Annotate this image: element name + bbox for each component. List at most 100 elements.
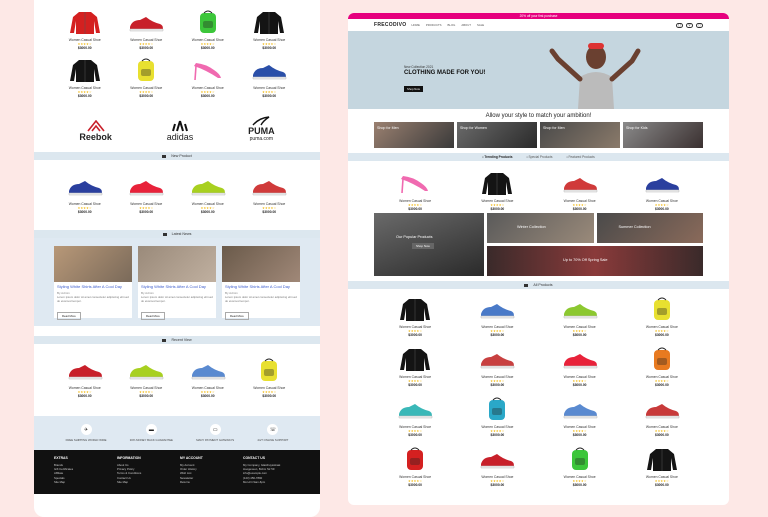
product-card[interactable]: Women Casual Shoe ★★★★☆ $3000.00 [621,345,703,387]
blog-card[interactable]: Styling White Shirts After A Cool Day By… [138,246,216,321]
lime-sneaker-icon[interactable] [560,295,600,323]
product-card[interactable]: Women Casual Shoe ★★★★☆ $3000.00 [116,56,178,98]
blue-sneaker-icon[interactable] [65,172,105,200]
multicolor-sneaker-icon[interactable] [477,345,517,373]
black-jacket-icon[interactable] [395,295,435,323]
pink-heels-icon[interactable] [395,169,435,197]
blog-title[interactable]: Styling White Shirts After A Cool Day [222,282,300,291]
tab-special[interactable]: ▪ Special Products [527,155,553,159]
product-card[interactable]: Women Casual Shoe ★★★★☆ $3000.00 [239,172,301,230]
tab-featured[interactable]: ▪ Featured Products [566,155,594,159]
adidas-logo[interactable]: adidas [167,120,193,142]
category-women[interactable]: Shop for Women [457,122,537,148]
footer-link[interactable]: Site Map [117,480,174,484]
category-men-2[interactable]: Shop for Men [540,122,620,148]
reebok-logo[interactable]: Reebok [79,120,112,142]
product-card[interactable]: Women Casual Shoe ★★★★☆ $3000.00 [621,445,703,487]
product-card[interactable]: Women Casual Shoe ★★★★☆ $3000.00 [177,8,239,50]
read-more-button[interactable]: Read More [225,312,249,321]
product-card[interactable]: Women Casual Shoe ★★★★☆ $3000.00 [456,169,538,213]
yellow-backpack-icon[interactable] [126,56,166,84]
product-card[interactable]: Women Casual Shoe ★★★★☆ $3000.00 [177,56,239,98]
pink-heels-icon[interactable] [188,56,228,84]
orange-backpack-icon[interactable] [642,345,682,373]
red-backpack-icon[interactable] [395,445,435,473]
nav-link[interactable]: PRODUCTS [426,23,442,27]
site-logo[interactable]: FRECODIVO [374,22,406,28]
multicolor-sneaker-icon[interactable] [560,169,600,197]
teal-sneaker-icon[interactable] [395,395,435,423]
product-card[interactable]: Women Casual Shoe ★★★★☆ $3000.00 [621,295,703,337]
search-icon[interactable]: ⚲ [686,22,693,28]
blue-sneaker-icon[interactable] [560,395,600,423]
blog-title[interactable]: Styling White Shirts After A Cool Day [138,282,216,291]
user-icon[interactable]: ◯ [676,22,683,28]
red-sneaker-icon[interactable] [126,172,166,200]
product-card[interactable]: Women Casual Shoe ★★★★☆ $3000.00 [374,169,456,213]
tab-trending[interactable]: ▪ Trending Products [482,155,512,159]
black-jacket-icon[interactable] [65,56,105,84]
summer-collection-banner[interactable]: Summer Collection [596,213,703,243]
footer-link[interactable]: Site Map [54,480,111,484]
red-jacket-icon[interactable] [65,8,105,36]
product-card[interactable]: Women Casual Shoe ★★★★☆ $3000.00 [456,295,538,337]
black-jacket-icon[interactable] [395,345,435,373]
nav-link[interactable]: BLOG [448,23,456,27]
product-card[interactable]: Women Casual Shoe ★★★★☆ $3000.00 [177,356,239,416]
blog-card[interactable]: Styling White Shirts After A Cool Day By… [222,246,300,321]
product-card[interactable]: Women Casual Shoe ★★★★☆ $3000.00 [539,445,621,487]
black-jacket-icon[interactable] [249,8,289,36]
blue-sneaker-icon[interactable] [477,295,517,323]
product-card[interactable]: Women Casual Shoe ★★★★☆ $3000.00 [539,295,621,337]
product-card[interactable]: Women Casual Shoe ★★★★☆ $3000.00 [456,345,538,387]
product-card[interactable]: Women Casual Shoe ★★★★☆ $3000.00 [539,169,621,213]
footer-link[interactable]: Returns [180,480,237,484]
green-backpack-icon[interactable] [560,445,600,473]
nav-link[interactable]: ABOUT [461,23,471,27]
cart-icon[interactable]: ▢ [696,22,703,28]
product-card[interactable]: Women Casual Shoe ★★★★☆ $3000.00 [54,172,116,230]
product-card[interactable]: Women Casual Shoe ★★★★☆ $3000.00 [116,172,178,230]
blue-sneaker-icon[interactable] [642,169,682,197]
green-backpack-icon[interactable] [188,8,228,36]
nav-link[interactable]: SALE [477,23,484,27]
popular-products-banner[interactable]: Our Popular Products Shop Now [374,213,484,276]
teal-backpack-icon[interactable] [477,395,517,423]
puma-logo[interactable]: PUMA puma.com [248,116,275,142]
product-card[interactable]: Women Casual Shoe ★★★★☆ $3000.00 [539,345,621,387]
read-more-button[interactable]: Read More [141,312,165,321]
blog-title[interactable]: Styling White Shirts After A Cool Day [54,282,132,291]
category-kids[interactable]: Shop for Kids [623,122,703,148]
product-card[interactable]: Women Casual Shoe ★★★★☆ $3000.00 [54,8,116,50]
product-card[interactable]: Women Casual Shoe ★★★★☆ $3000.00 [239,356,301,416]
promo-shop-button[interactable]: Shop Now [412,243,434,249]
product-card[interactable]: Women Casual Shoe ★★★★☆ $3000.00 [374,295,456,337]
product-card[interactable]: Women Casual Shoe ★★★★☆ $3000.00 [116,356,178,416]
product-card[interactable]: Women Casual Shoe ★★★★☆ $3000.00 [374,445,456,487]
blog-card[interactable]: Styling White Shirts After A Cool Day By… [54,246,132,321]
nav-link[interactable]: HOME [411,23,419,27]
winter-collection-banner[interactable]: Winter Collection [487,213,594,243]
product-card[interactable]: Women Casual Shoe ★★★★☆ $3000.00 [456,445,538,487]
product-card[interactable]: Women Casual Shoe ★★★★☆ $3000.00 [239,8,301,50]
product-card[interactable]: Women Casual Shoe ★★★★☆ $3000.00 [621,169,703,213]
category-men[interactable]: Shop for Men [374,122,454,148]
spring-sale-banner[interactable]: Up to 70% Off Spring Sale [487,246,703,276]
yellow-backpack-icon[interactable] [249,356,289,384]
product-card[interactable]: Women Casual Shoe ★★★★☆ $3000.00 [54,356,116,416]
red-sneaker-icon[interactable] [65,356,105,384]
product-card[interactable]: Women Casual Shoe ★★★★☆ $3000.00 [177,172,239,230]
black-jacket-icon[interactable] [642,445,682,473]
lime-sneaker-icon[interactable] [126,356,166,384]
red-sneaker-icon[interactable] [560,345,600,373]
blue-sneaker-icon[interactable] [249,56,289,84]
product-card[interactable]: Women Casual Shoe ★★★★☆ $3000.00 [54,56,116,98]
product-card[interactable]: Women Casual Shoe ★★★★☆ $3000.00 [239,56,301,98]
product-card[interactable]: Women Casual Shoe ★★★★☆ $3000.00 [539,395,621,437]
product-card[interactable]: Women Casual Shoe ★★★★☆ $3000.00 [456,395,538,437]
product-card[interactable]: Women Casual Shoe ★★★★☆ $3000.00 [374,345,456,387]
multicolor-sneaker-icon[interactable] [249,172,289,200]
red-sneaker-icon[interactable] [477,445,517,473]
hero-shop-button[interactable]: Shop Now [404,86,423,92]
lime-sneaker-icon[interactable] [188,172,228,200]
